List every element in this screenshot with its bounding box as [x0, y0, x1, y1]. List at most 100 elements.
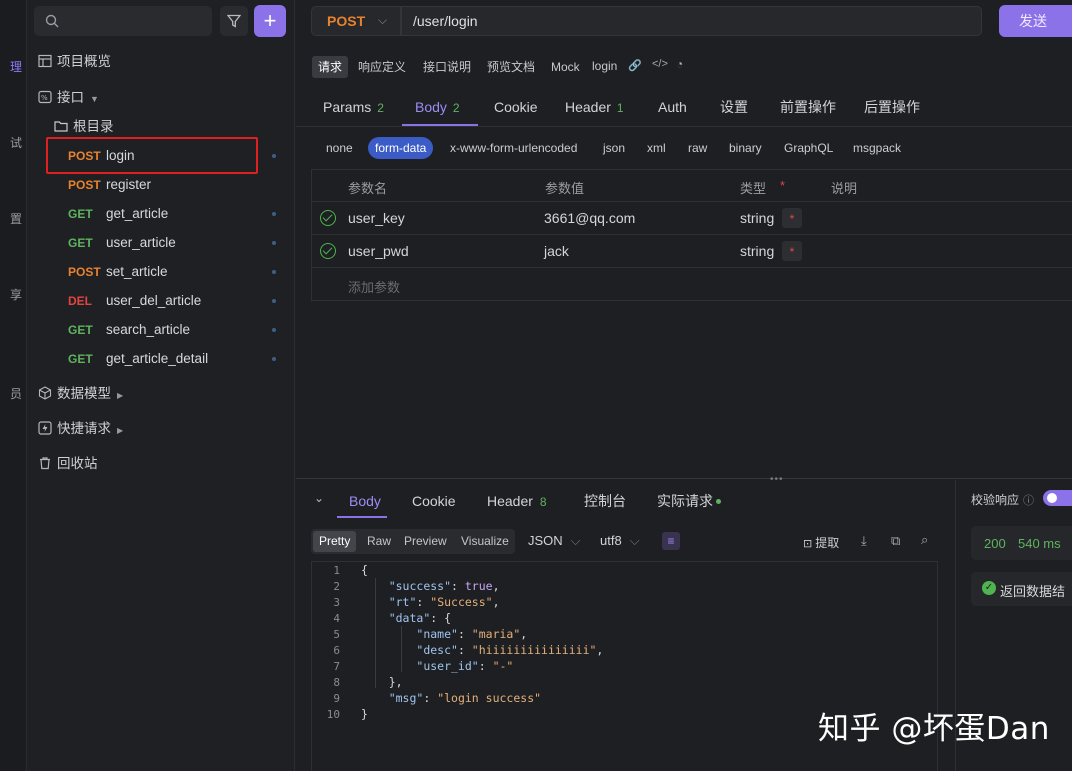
layout-icon	[38, 54, 52, 68]
subtab-mock[interactable]: Mock	[545, 56, 586, 78]
copy-icon[interactable]: ⧉	[891, 533, 900, 549]
sidebar-item-interfaces[interactable]: % 接口 ▼	[38, 88, 99, 108]
api-item[interactable]: GET user_article	[46, 230, 286, 256]
sidebar-item-label: 数据模型	[57, 386, 111, 401]
body-type-none[interactable]: none	[319, 137, 360, 159]
api-item[interactable]: DEL user_del_article	[46, 288, 286, 314]
param-value[interactable]: jack	[544, 243, 569, 259]
body-type-json[interactable]: json	[596, 137, 632, 159]
param-name[interactable]: user_key	[348, 210, 405, 226]
required-toggle[interactable]: *	[782, 241, 802, 261]
body-type-form-data[interactable]: form-data	[368, 137, 434, 159]
folder-icon	[54, 121, 68, 132]
wrap-icon[interactable]: ≡	[662, 532, 680, 550]
line-number: 1	[333, 564, 340, 577]
view-visualize[interactable]: Visualize	[455, 531, 515, 552]
status-summary: 200 540 ms	[971, 526, 1072, 560]
response-tab-header[interactable]: Header 8	[487, 490, 547, 512]
view-pretty[interactable]: Pretty	[313, 531, 357, 552]
tab-settings[interactable]: 设置	[720, 95, 748, 119]
api-name-label: login	[592, 59, 618, 73]
subtab-doc[interactable]: 接口说明	[417, 56, 477, 78]
subtab-preview[interactable]: 预览文档	[481, 56, 541, 78]
param-name[interactable]: user_pwd	[348, 243, 409, 259]
folder-root[interactable]: 根目录	[54, 117, 114, 137]
link-icon[interactable]: 🔗	[628, 59, 642, 72]
body-type-binary[interactable]: binary	[722, 137, 769, 159]
rail-item-settings[interactable]: 置	[0, 210, 22, 227]
tab-label: Cookie	[494, 99, 538, 115]
tab-auth[interactable]: Auth	[658, 95, 687, 119]
method-select[interactable]: POST ⌵	[311, 6, 401, 36]
param-type[interactable]: string	[740, 210, 774, 226]
rail-item-share[interactable]: 享	[0, 286, 22, 303]
json-key: "msg"	[388, 691, 424, 705]
response-tab-cookie[interactable]: Cookie	[412, 490, 456, 512]
code-line: "data": {	[388, 611, 452, 625]
sidebar-item-trash[interactable]: 回收站	[38, 454, 98, 474]
search-icon[interactable]: ⌕	[921, 532, 928, 548]
api-item[interactable]: GET search_article	[46, 317, 286, 343]
validate-toggle[interactable]	[1043, 490, 1072, 506]
api-item[interactable]: GET get_article	[46, 201, 286, 227]
add-button[interactable]: +	[254, 5, 286, 37]
api-item[interactable]: GET get_article_detail	[46, 346, 286, 372]
history-icon[interactable]: ◔	[676, 57, 683, 71]
checkbox-checked-icon[interactable]	[320, 243, 336, 259]
encoding-select[interactable]: utf8 ⌵	[600, 533, 640, 549]
response-tab-console[interactable]: 控制台	[584, 490, 626, 512]
rail-item-manage[interactable]: 理	[0, 58, 22, 75]
assertion-label: 返回数据结	[1000, 584, 1066, 599]
line-number: 7	[333, 660, 340, 673]
extract-button[interactable]: ⊡ 提取	[803, 534, 839, 551]
view-preview[interactable]: Preview	[398, 531, 453, 552]
param-value[interactable]: 3661@qq.com	[544, 210, 635, 226]
api-item[interactable]: POST set_article	[46, 259, 286, 285]
checkbox-checked-icon[interactable]	[320, 210, 336, 226]
filter-button[interactable]	[220, 6, 248, 36]
code-icon[interactable]: </>	[652, 58, 668, 70]
response-tab-actual[interactable]: 实际请求	[657, 490, 721, 512]
json-key: "name"	[416, 627, 458, 641]
body-type-msgpack[interactable]: msgpack	[846, 137, 908, 159]
rail-item-members[interactable]: 员	[0, 385, 22, 402]
required-toggle[interactable]: *	[782, 208, 802, 228]
format-select[interactable]: JSON ⌵	[528, 533, 581, 549]
view-raw[interactable]: Raw	[361, 531, 397, 552]
method-value: POST	[327, 13, 366, 29]
body-type-raw[interactable]: raw	[681, 137, 714, 159]
validate-label: 校验响应	[971, 493, 1020, 507]
selection-highlight	[46, 137, 258, 174]
add-param-input[interactable]: 添加参数	[348, 277, 400, 296]
collapse-chevron-icon[interactable]: ⌄	[314, 491, 324, 505]
search-input[interactable]	[34, 6, 212, 36]
check-circle-icon: ✓	[982, 581, 996, 595]
drag-handle-icon[interactable]: •••	[770, 474, 784, 485]
api-item[interactable]: POST register	[46, 172, 286, 198]
code-line: }	[361, 707, 368, 721]
assertion-result[interactable]: ✓ 返回数据结	[971, 572, 1072, 606]
tab-post-ops[interactable]: 后置操作	[864, 95, 920, 119]
rail-item-test[interactable]: 试	[0, 134, 22, 151]
panel-divider[interactable]	[296, 478, 1072, 479]
body-type-graphql[interactable]: GraphQL	[777, 137, 840, 159]
subtab-response-def[interactable]: 响应定义	[352, 56, 412, 78]
tab-cookie[interactable]: Cookie	[494, 95, 538, 119]
sidebar-item-overview[interactable]: 项目概览	[38, 52, 111, 72]
send-button[interactable]: 发送	[999, 5, 1072, 37]
tab-body[interactable]: Body 2	[415, 95, 460, 119]
tab-label: 实际请求	[657, 493, 713, 509]
response-tab-body[interactable]: Body	[349, 490, 381, 512]
param-type[interactable]: string	[740, 243, 774, 259]
sidebar-item-models[interactable]: 数据模型 ▶	[38, 384, 123, 404]
body-type-urlencoded[interactable]: x-www-form-urlencoded	[443, 137, 584, 159]
tab-header[interactable]: Header 1	[565, 95, 624, 119]
subtab-request[interactable]: 请求	[312, 56, 349, 78]
sidebar-item-quick[interactable]: 快捷请求 ▶	[38, 419, 123, 439]
download-icon[interactable]: ⤓	[861, 533, 867, 549]
tab-pre-ops[interactable]: 前置操作	[780, 95, 836, 119]
url-input[interactable]: /user/login	[401, 6, 982, 36]
extract-label: 提取	[815, 536, 840, 550]
tab-params[interactable]: Params 2	[323, 95, 384, 119]
body-type-xml[interactable]: xml	[640, 137, 673, 159]
